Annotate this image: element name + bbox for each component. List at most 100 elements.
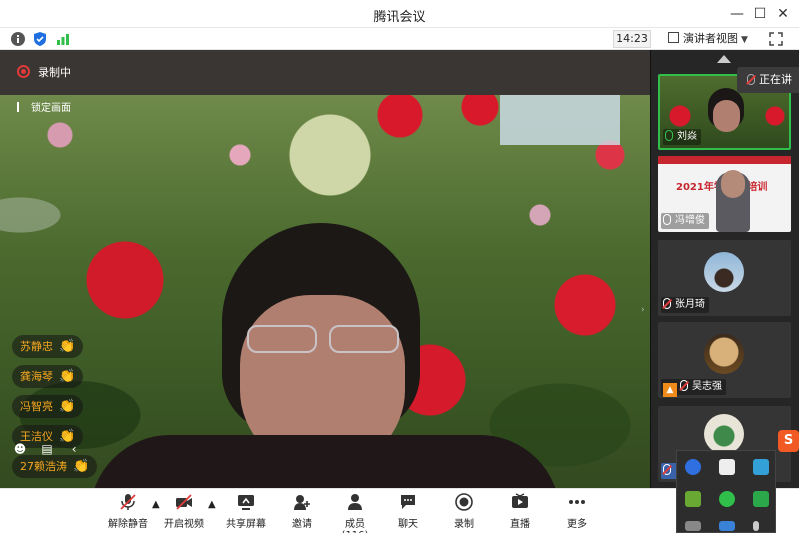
reaction-item: 冯智亮 👏 bbox=[12, 395, 84, 418]
tile-person-face bbox=[721, 170, 745, 198]
security-shield-icon[interactable] bbox=[753, 491, 769, 507]
reaction-item: 27赖浩涛 👏 bbox=[12, 455, 98, 478]
mail-app-icon[interactable] bbox=[719, 459, 735, 475]
window-title: 腾讯会议 bbox=[373, 10, 426, 25]
shield-icon[interactable] bbox=[32, 31, 48, 47]
mic-muted-icon bbox=[663, 464, 671, 475]
gpu-app-icon[interactable] bbox=[685, 491, 701, 507]
record-label: 录制 bbox=[454, 519, 474, 530]
recording-icon bbox=[17, 65, 30, 78]
scroll-up-icon[interactable] bbox=[717, 55, 731, 63]
clap-icon: 👏 bbox=[59, 369, 76, 384]
record-button[interactable]: 录制 bbox=[449, 493, 479, 530]
chat-icon bbox=[401, 495, 415, 509]
collapse-chevron-icon[interactable]: ‹ bbox=[66, 441, 82, 457]
participant-name-tag: 张月琦 bbox=[661, 297, 709, 313]
clap-icon: 👏 bbox=[59, 399, 76, 414]
clap-icon: 👏 bbox=[59, 339, 76, 354]
avatar bbox=[704, 414, 744, 454]
avatar bbox=[704, 334, 744, 374]
participant-name-tag: 冯增俊 bbox=[661, 213, 709, 229]
participant-tile[interactable]: 2021年学 师资培训 冯增俊 bbox=[658, 156, 791, 232]
speaker-icon[interactable] bbox=[685, 521, 701, 531]
share-screen-label: 共享屏幕 bbox=[226, 519, 266, 530]
members-label: 成员(116) bbox=[342, 519, 369, 533]
chat-bubble-icon[interactable]: ▤ bbox=[39, 441, 55, 457]
record-icon bbox=[455, 493, 473, 511]
tile-person-face bbox=[713, 100, 740, 132]
meeting-timer: 14:23 bbox=[613, 30, 651, 48]
chat-label: 聊天 bbox=[398, 519, 418, 530]
mic-icon bbox=[747, 74, 755, 85]
reaction-item: 苏静忠 👏 bbox=[12, 335, 84, 358]
more-label: 更多 bbox=[567, 519, 587, 530]
participant-name-tag: 刘焱 bbox=[663, 129, 701, 145]
meeting-info-bar: 14:23 演讲者视图 ▼ bbox=[0, 28, 799, 50]
view-mode-label: 演讲者视图 bbox=[683, 32, 738, 45]
maximize-button[interactable]: ☐ bbox=[749, 4, 771, 24]
members-button[interactable]: 成员(116) bbox=[333, 493, 377, 533]
minimize-button[interactable]: — bbox=[726, 4, 748, 24]
audio-options-caret-icon[interactable]: ▲ bbox=[152, 499, 160, 510]
recording-label: 录制中 bbox=[38, 66, 71, 79]
members-icon bbox=[348, 494, 362, 510]
lock-view-button[interactable]: 锁定画面 bbox=[13, 100, 75, 118]
invite-label: 邀请 bbox=[292, 519, 312, 530]
avatar bbox=[704, 252, 744, 292]
emoji-icon[interactable]: ☻ bbox=[12, 441, 28, 457]
unmute-label: 解除静音 bbox=[108, 519, 148, 530]
recording-bar: 录制中 bbox=[0, 50, 650, 95]
host-badge-icon: ▲ bbox=[663, 383, 677, 397]
chat-button[interactable]: 聊天 bbox=[393, 493, 423, 530]
chevron-down-icon: ▼ bbox=[741, 35, 748, 45]
ime-sogou-icon[interactable]: S bbox=[778, 430, 799, 452]
info-icon[interactable] bbox=[10, 31, 26, 47]
mic-muted-icon bbox=[680, 380, 688, 391]
pin-icon bbox=[17, 102, 25, 112]
video-options-caret-icon[interactable]: ▲ bbox=[208, 499, 216, 510]
fullscreen-icon[interactable] bbox=[768, 31, 784, 47]
live-icon bbox=[512, 493, 528, 508]
clap-icon: 👏 bbox=[73, 459, 90, 474]
mic-muted-icon bbox=[120, 494, 136, 510]
more-button[interactable]: 更多 bbox=[562, 493, 592, 530]
reaction-item: 龚海琴 👏 bbox=[12, 365, 84, 388]
main-video-area: 录制中 锁定画面 苏静忠 👏 龚海琴 👏 冯智亮 👏 王洁仪 👏 27赖浩涛 👏 ☻ ▤ … bbox=[0, 50, 650, 488]
speaking-indicator: 正在讲 bbox=[737, 67, 799, 93]
participant-sidebar: 刘焱 2021年学 师资培训 冯增俊 张月琦 ▲吴志强 bbox=[650, 50, 799, 488]
invite-icon bbox=[294, 495, 310, 510]
more-icon bbox=[569, 500, 585, 504]
expand-sidebar-icon[interactable]: › bbox=[641, 305, 649, 333]
mic-muted-icon bbox=[663, 298, 671, 309]
reaction-feed: 苏静忠 👏 龚海琴 👏 冯智亮 👏 王洁仪 👏 27赖浩涛 👏 bbox=[12, 335, 107, 485]
participant-tile[interactable]: ▲ 吴志强 bbox=[658, 322, 791, 398]
share-screen-icon bbox=[238, 495, 254, 510]
camera-off-icon bbox=[176, 494, 192, 510]
mic-active-icon bbox=[665, 130, 673, 141]
layout-icon bbox=[668, 32, 679, 43]
battery-icon[interactable] bbox=[753, 521, 759, 531]
speaker-body bbox=[90, 435, 560, 488]
participant-name-tag: ▲ 吴志强 bbox=[661, 379, 726, 397]
close-button[interactable]: ✕ bbox=[772, 4, 794, 24]
system-tray-popup bbox=[676, 450, 776, 533]
speaker-glasses bbox=[243, 325, 403, 355]
reaction-tools: ☻ ▤ ‹ bbox=[12, 438, 88, 456]
view-mode-button[interactable]: 演讲者视图 ▼ bbox=[664, 30, 754, 48]
network-icon[interactable] bbox=[719, 521, 735, 531]
live-button[interactable]: 直播 bbox=[505, 493, 535, 530]
unmute-button[interactable]: 解除静音 bbox=[108, 493, 148, 530]
monitor-app-icon[interactable] bbox=[753, 459, 769, 475]
clock-app-icon[interactable] bbox=[685, 459, 701, 475]
lock-view-label: 锁定画面 bbox=[31, 103, 71, 114]
start-video-button[interactable]: 开启视频 bbox=[164, 493, 204, 530]
share-screen-button[interactable]: 共享屏幕 bbox=[226, 493, 266, 530]
invite-button[interactable]: 邀请 bbox=[287, 493, 317, 530]
wechat-icon[interactable] bbox=[719, 491, 735, 507]
participant-tile[interactable]: 张月琦 bbox=[658, 240, 791, 316]
signal-icon[interactable] bbox=[55, 31, 71, 47]
live-label: 直播 bbox=[510, 519, 530, 530]
slide-header-bar bbox=[658, 156, 791, 164]
mic-icon bbox=[663, 214, 671, 225]
start-video-label: 开启视频 bbox=[164, 519, 204, 530]
